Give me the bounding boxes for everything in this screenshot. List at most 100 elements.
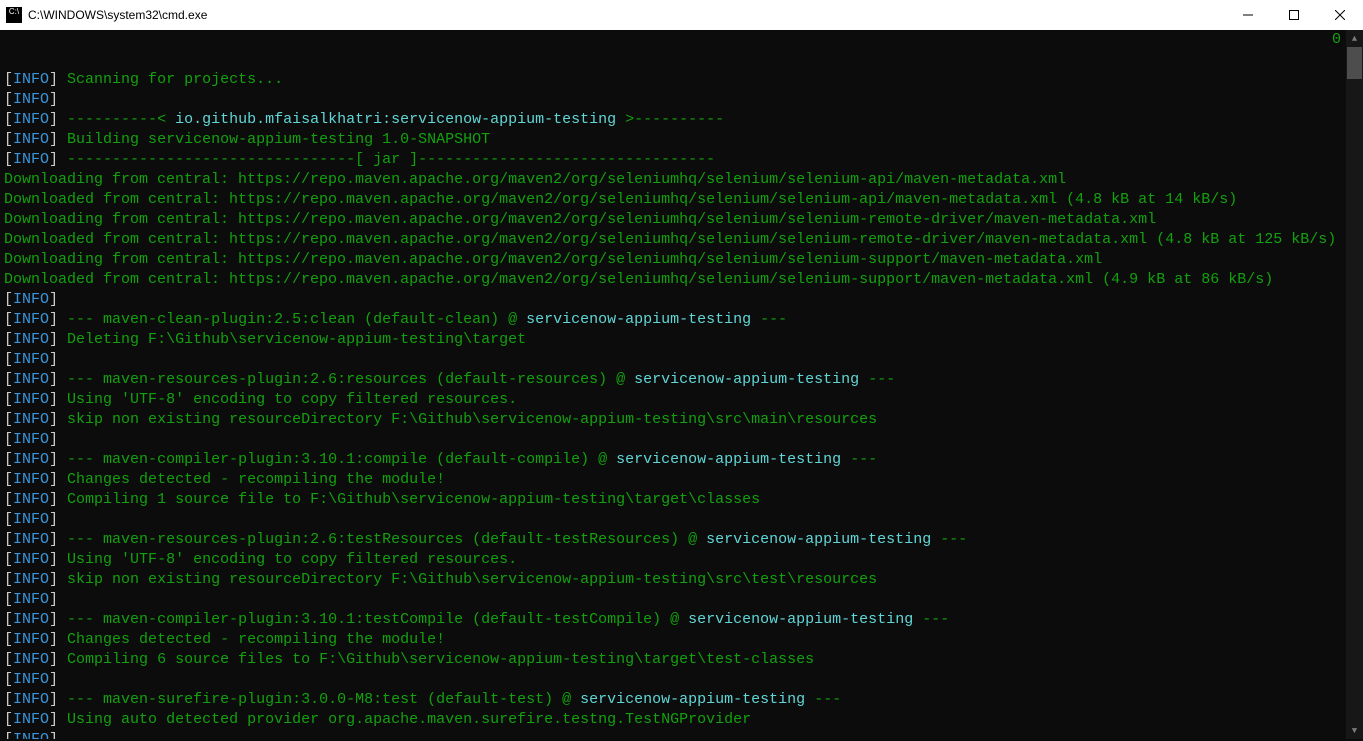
bracket: [ bbox=[4, 311, 13, 328]
scrollbar[interactable]: ▲ ▼ bbox=[1346, 30, 1363, 739]
bracket: [ bbox=[4, 391, 13, 408]
log-text: Downloading from central: https://repo.m… bbox=[4, 211, 1156, 228]
scroll-up-arrow[interactable]: ▲ bbox=[1346, 30, 1363, 47]
bracket: ] bbox=[49, 671, 58, 688]
log-text: Compiling 6 source files to F:\Github\se… bbox=[58, 651, 814, 668]
log-level: INFO bbox=[13, 671, 49, 688]
log-level: INFO bbox=[13, 491, 49, 508]
log-text: ----------< bbox=[58, 111, 175, 128]
log-text: Downloaded from central: https://repo.ma… bbox=[4, 271, 1273, 288]
log-line: [INFO] Using 'UTF-8' encoding to copy fi… bbox=[4, 390, 1359, 410]
close-button[interactable] bbox=[1317, 0, 1363, 30]
log-level: INFO bbox=[13, 91, 49, 108]
log-line: [INFO] --- maven-resources-plugin:2.6:re… bbox=[4, 370, 1359, 390]
log-line: [INFO] Compiling 6 source files to F:\Gi… bbox=[4, 650, 1359, 670]
log-line: [INFO] bbox=[4, 430, 1359, 450]
log-line: Downloaded from central: https://repo.ma… bbox=[4, 190, 1359, 210]
window-title: C:\WINDOWS\system32\cmd.exe bbox=[28, 5, 207, 25]
bracket: [ bbox=[4, 671, 13, 688]
bracket: ] bbox=[49, 611, 58, 628]
log-level: INFO bbox=[13, 691, 49, 708]
terminal-output[interactable]: 0 [INFO] Scanning for projects...[INFO][… bbox=[0, 30, 1363, 739]
bracket: ] bbox=[49, 111, 58, 128]
maximize-button[interactable] bbox=[1271, 0, 1317, 30]
log-level: INFO bbox=[13, 411, 49, 428]
log-line: [INFO] --- maven-compiler-plugin:3.10.1:… bbox=[4, 610, 1359, 630]
log-text: --- bbox=[751, 311, 787, 328]
bracket: ] bbox=[49, 631, 58, 648]
log-line: [INFO] Scanning for projects... bbox=[4, 70, 1359, 90]
bracket: ] bbox=[49, 531, 58, 548]
bracket: ] bbox=[49, 71, 58, 88]
bracket: [ bbox=[4, 631, 13, 648]
log-line: Downloading from central: https://repo.m… bbox=[4, 250, 1359, 270]
log-level: INFO bbox=[13, 71, 49, 88]
log-text: --- maven-compiler-plugin:3.10.1:compile… bbox=[58, 451, 616, 468]
log-line: [INFO] --------------------------------[… bbox=[4, 150, 1359, 170]
log-line: Downloading from central: https://repo.m… bbox=[4, 210, 1359, 230]
bracket: ] bbox=[49, 131, 58, 148]
log-text: Downloading from central: https://repo.m… bbox=[4, 251, 1102, 268]
log-line: [INFO] Using auto detected provider org.… bbox=[4, 710, 1359, 730]
log-text: --- bbox=[913, 611, 949, 628]
log-text: --- maven-resources-plugin:2.6:testResou… bbox=[58, 531, 706, 548]
log-line: [INFO] bbox=[4, 590, 1359, 610]
close-icon bbox=[1335, 10, 1345, 20]
bracket: [ bbox=[4, 591, 13, 608]
log-text: --- maven-clean-plugin:2.5:clean (defaul… bbox=[58, 311, 526, 328]
bracket: [ bbox=[4, 571, 13, 588]
log-text: servicenow-appium-testing bbox=[616, 451, 841, 468]
bracket: [ bbox=[4, 431, 13, 448]
bracket: ] bbox=[49, 391, 58, 408]
minimize-button[interactable] bbox=[1225, 0, 1271, 30]
log-level: INFO bbox=[13, 111, 49, 128]
log-line: [INFO] --- maven-resources-plugin:2.6:te… bbox=[4, 530, 1359, 550]
bracket: [ bbox=[4, 551, 13, 568]
log-level: INFO bbox=[13, 591, 49, 608]
minimize-icon bbox=[1243, 10, 1253, 20]
log-level: INFO bbox=[13, 391, 49, 408]
log-text: --------------------------------[ jar ]-… bbox=[58, 151, 715, 168]
log-line: [INFO] --- maven-compiler-plugin:3.10.1:… bbox=[4, 450, 1359, 470]
log-line: [INFO] Changes detected - recompiling th… bbox=[4, 630, 1359, 650]
bracket: [ bbox=[4, 71, 13, 88]
log-text: skip non existing resourceDirectory F:\G… bbox=[58, 571, 877, 588]
bracket: [ bbox=[4, 651, 13, 668]
bracket: ] bbox=[49, 291, 58, 308]
log-text: >---------- bbox=[616, 111, 724, 128]
log-level: INFO bbox=[13, 451, 49, 468]
bracket: [ bbox=[4, 351, 13, 368]
cmd-icon: C:\ bbox=[6, 7, 22, 23]
bracket: ] bbox=[49, 571, 58, 588]
bracket: [ bbox=[4, 91, 13, 108]
log-line: [INFO] ----------< io.github.mfaisalkhat… bbox=[4, 110, 1359, 130]
log-text: --- maven-compiler-plugin:3.10.1:testCom… bbox=[58, 611, 688, 628]
bracket: ] bbox=[49, 651, 58, 668]
log-text: servicenow-appium-testing bbox=[580, 691, 805, 708]
bracket: ] bbox=[49, 511, 58, 528]
scrollbar-thumb[interactable] bbox=[1347, 47, 1362, 79]
log-text: Downloaded from central: https://repo.ma… bbox=[4, 191, 1237, 208]
log-text: Using 'UTF-8' encoding to copy filtered … bbox=[58, 391, 517, 408]
bracket: [ bbox=[4, 451, 13, 468]
log-level: INFO bbox=[13, 531, 49, 548]
log-line: [INFO] Compiling 1 source file to F:\Git… bbox=[4, 490, 1359, 510]
bracket: ] bbox=[49, 491, 58, 508]
log-line: [INFO] skip non existing resourceDirecto… bbox=[4, 570, 1359, 590]
log-level: INFO bbox=[13, 631, 49, 648]
bracket: ] bbox=[49, 411, 58, 428]
bracket: ] bbox=[49, 151, 58, 168]
log-text: Compiling 1 source file to F:\Github\ser… bbox=[58, 491, 760, 508]
log-line: [INFO] --- maven-surefire-plugin:3.0.0-M… bbox=[4, 690, 1359, 710]
bracket: [ bbox=[4, 131, 13, 148]
log-text: Using 'UTF-8' encoding to copy filtered … bbox=[58, 551, 517, 568]
log-line: [INFO] Using 'UTF-8' encoding to copy fi… bbox=[4, 550, 1359, 570]
bracket: [ bbox=[4, 331, 13, 348]
log-line: [INFO] bbox=[4, 670, 1359, 690]
scroll-down-arrow[interactable]: ▼ bbox=[1346, 722, 1363, 739]
bracket: [ bbox=[4, 711, 13, 728]
log-level: INFO bbox=[13, 571, 49, 588]
bracket: ] bbox=[49, 451, 58, 468]
log-text: servicenow-appium-testing bbox=[526, 311, 751, 328]
log-level: INFO bbox=[13, 471, 49, 488]
